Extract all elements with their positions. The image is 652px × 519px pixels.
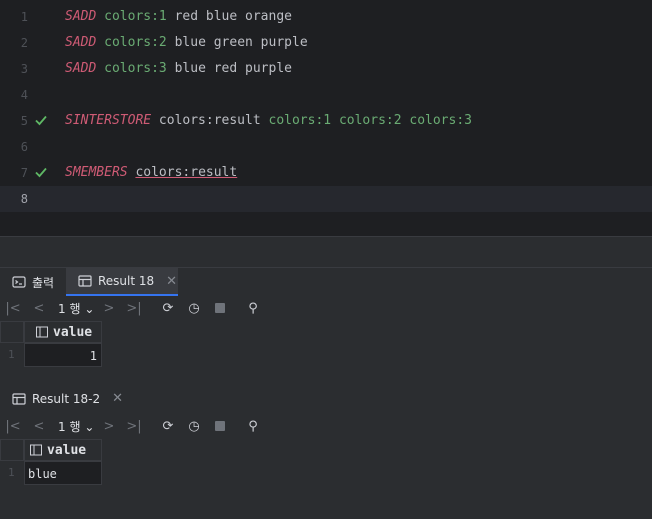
tab-output-label: 출력	[32, 275, 55, 290]
redis-key: colors:2	[104, 35, 167, 50]
editor-line[interactable]: 7 SMEMBERS colors:result	[0, 160, 652, 186]
rows-label: 1 행	[58, 420, 81, 434]
editor-line[interactable]: 1 SADD colors:1 red blue orange	[0, 4, 652, 30]
code-text: SADD colors:3 blue red purple	[65, 61, 292, 76]
redis-key: colors:3	[104, 61, 167, 76]
editor-line[interactable]: 5 SINTERSTORE colors:result colors:1 colo…	[0, 108, 652, 134]
code-token: colors:result	[151, 113, 269, 128]
line-number: 6	[20, 140, 28, 154]
column-header-label: value	[53, 324, 93, 340]
line-number: 5	[20, 114, 28, 128]
code-token: blue green purple	[166, 35, 308, 50]
column-header-value[interactable]: value	[24, 321, 102, 343]
chevron-down-icon: ⌄	[84, 302, 95, 316]
line-number: 3	[20, 62, 28, 76]
pin-icon[interactable]: ⚲	[245, 300, 261, 316]
rows-selector[interactable]: 1 행 ⌄	[58, 300, 94, 317]
command-keyword: SADD	[65, 61, 97, 76]
tab-output[interactable]: 출력	[8, 268, 70, 296]
refresh-icon[interactable]: ⟳	[160, 418, 176, 434]
grid-corner	[0, 321, 24, 343]
next-page-icon[interactable]: >	[101, 418, 117, 434]
rows-selector[interactable]: 1 행 ⌄	[58, 418, 94, 435]
pin-icon[interactable]: ⚲	[245, 418, 261, 434]
line-number: 1	[20, 10, 28, 24]
line-number: 2	[20, 36, 28, 50]
checkmark-icon	[35, 167, 47, 178]
tab-result-18[interactable]: Result 18 ✕	[66, 268, 178, 296]
column-icon	[36, 326, 48, 338]
editor-line[interactable]: 2 SADD colors:2 blue green purple	[0, 30, 652, 56]
results-tab-bar: 출력 Result 18 ✕	[0, 267, 652, 296]
console-icon	[12, 276, 26, 288]
column-header-label: value	[47, 442, 87, 458]
history-icon[interactable]: ◷	[186, 300, 202, 316]
stop-icon[interactable]	[212, 300, 228, 316]
column-header-value[interactable]: value	[24, 439, 102, 461]
chevron-down-icon: ⌄	[84, 420, 95, 434]
checkmark-icon	[35, 115, 47, 126]
code-text: SADD colors:1 red blue orange	[65, 9, 292, 24]
tab-result-label: Result 18	[98, 274, 155, 288]
result2-title: Result 18-2	[32, 391, 101, 406]
editor-line[interactable]: 3 SADD colors:3 blue red purple	[0, 56, 652, 82]
line-number: 8	[20, 192, 28, 206]
last-page-icon[interactable]: >|	[126, 300, 142, 316]
code-text: SINTERSTORE colors:result colors:1 color…	[65, 113, 472, 128]
first-page-icon[interactable]: |<	[5, 418, 21, 434]
code-editor[interactable]: 1 SADD colors:1 red blue orange 2 SADD colo…	[0, 0, 652, 236]
code-text: SMEMBERS colors:result	[65, 165, 237, 180]
redis-key: colors:1	[104, 9, 167, 24]
divider	[0, 236, 652, 237]
row-number: 1	[8, 466, 15, 479]
editor-line[interactable]: 6	[0, 134, 652, 160]
next-page-icon[interactable]: >	[101, 300, 117, 316]
line-number: 7	[20, 166, 28, 180]
result2-header: Result 18-2 ✕	[12, 391, 123, 406]
row-number: 1	[8, 348, 15, 361]
close-icon[interactable]: ✕	[166, 274, 177, 289]
code-text: SADD colors:2 blue green purple	[65, 35, 308, 50]
column-icon	[30, 444, 42, 456]
table-icon	[12, 392, 26, 405]
table-icon	[78, 275, 92, 287]
command-keyword: SADD	[65, 35, 97, 50]
code-token: colors:result	[135, 165, 238, 180]
editor-line[interactable]: 8	[0, 186, 652, 212]
command-keyword: SINTERSTORE	[65, 113, 152, 128]
previous-page-icon[interactable]: <	[31, 300, 47, 316]
first-page-icon[interactable]: |<	[5, 300, 21, 316]
history-icon[interactable]: ◷	[186, 418, 202, 434]
code-token: blue red purple	[166, 61, 292, 76]
grid-corner	[0, 439, 24, 461]
result1-toolbar: |< < 1 행 ⌄ > >| ⟳ ◷ ⚲	[0, 295, 300, 321]
rows-label: 1 행	[58, 302, 81, 316]
table-cell[interactable]: 1	[24, 343, 102, 367]
previous-page-icon[interactable]: <	[31, 418, 47, 434]
result2-toolbar: |< < 1 행 ⌄ > >| ⟳ ◷ ⚲	[0, 413, 300, 439]
redis-key: colors:1 colors:2 colors:3	[268, 113, 473, 128]
close-icon[interactable]: ✕	[112, 391, 123, 406]
last-page-icon[interactable]: >|	[126, 418, 142, 434]
refresh-icon[interactable]: ⟳	[160, 300, 176, 316]
command-keyword: SADD	[65, 9, 97, 24]
code-token: red blue orange	[166, 9, 292, 24]
table-cell[interactable]: blue	[24, 461, 102, 485]
line-number: 4	[20, 88, 28, 102]
editor-line[interactable]: 4	[0, 82, 652, 108]
command-keyword: SMEMBERS	[65, 165, 128, 180]
stop-icon[interactable]	[212, 418, 228, 434]
